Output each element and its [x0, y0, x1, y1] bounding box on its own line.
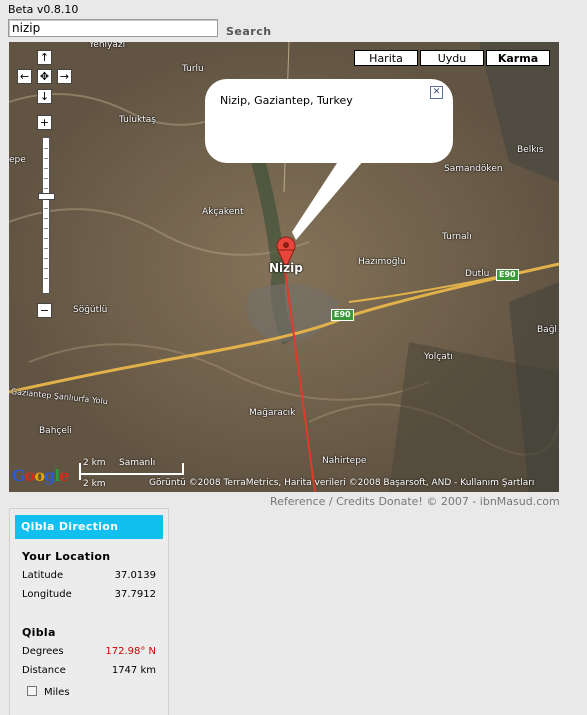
- map-label: Dutlu: [465, 269, 490, 279]
- map-label: Mağaracık: [249, 408, 296, 418]
- map-label: Tuluktaş: [119, 115, 156, 125]
- scale-label-top: 2 km: [83, 458, 106, 468]
- credits-link[interactable]: Credits: [336, 495, 375, 508]
- zoom-out-icon[interactable]: −: [37, 303, 52, 318]
- map-type-uydu[interactable]: Uydu: [420, 50, 484, 66]
- miles-label: Miles: [44, 687, 70, 698]
- road-shield: E90: [496, 269, 519, 281]
- map-label: Akçakent: [202, 207, 244, 217]
- map-copyright: Görüntü ©2008 TerraMetrics, Harita veril…: [149, 478, 535, 488]
- pan-right-icon[interactable]: →: [57, 69, 72, 84]
- latitude-value: 37.0139: [114, 570, 156, 581]
- your-location-heading: Your Location: [22, 550, 111, 563]
- map-label: Yolçatı: [424, 352, 453, 362]
- app-version: Beta v0.8.10: [8, 3, 79, 16]
- footer-separator: /: [328, 495, 333, 508]
- google-logo[interactable]: Google: [12, 466, 69, 485]
- map-label: epe: [9, 155, 26, 165]
- miles-checkbox[interactable]: [27, 686, 37, 696]
- pan-left-icon[interactable]: ←: [17, 69, 32, 84]
- distance-value: 1747 km: [111, 665, 156, 676]
- map-label: Belkıs: [517, 145, 544, 155]
- scale-city-label: Samanlı: [119, 458, 156, 468]
- reference-link[interactable]: Reference: [270, 495, 325, 508]
- close-icon[interactable]: ✕: [430, 86, 443, 99]
- search-button[interactable]: Search: [226, 25, 272, 38]
- longitude-label: Longitude: [22, 589, 72, 600]
- zoom-in-icon[interactable]: +: [37, 115, 52, 130]
- road-shield: E90: [331, 309, 354, 321]
- panel-title: Qibla Direction: [15, 515, 163, 539]
- map-label: Hazımoğlu: [358, 257, 406, 267]
- map-label: Yeniyazı: [89, 42, 126, 50]
- map-type-karma[interactable]: Karma: [486, 50, 550, 66]
- map-label: Turnalı: [442, 232, 472, 242]
- map-label: Bahçeli: [39, 426, 72, 436]
- map-view[interactable]: Harita Uydu Karma ↑ ← ✥ → ↓ + − Nizip, G…: [9, 42, 559, 492]
- map-label: Söğütlü: [73, 305, 108, 315]
- degrees-value: 172.98° N: [105, 646, 156, 657]
- map-label: Bağl: [537, 325, 557, 335]
- map-label: Turlu: [182, 64, 204, 74]
- donate-link[interactable]: Donate!: [378, 495, 422, 508]
- zoom-slider-thumb[interactable]: [38, 193, 55, 200]
- map-label-nizip: Nizip: [269, 261, 303, 275]
- search-input[interactable]: [8, 19, 218, 37]
- longitude-value: 37.7912: [114, 589, 156, 600]
- map-label: Samandöken: [444, 164, 503, 174]
- info-window: Nizip, Gaziantep, Turkey ✕: [205, 79, 453, 163]
- footer-copyright: © 2007 - ibnMasud.com: [426, 495, 560, 508]
- map-type-selector: Harita Uydu Karma: [354, 50, 550, 66]
- pan-down-icon[interactable]: ↓: [37, 89, 52, 104]
- scale-label-bottom: 2 km: [83, 479, 106, 489]
- latitude-label: Latitude: [22, 570, 64, 581]
- pan-up-icon[interactable]: ↑: [37, 50, 52, 65]
- map-label: Nahirtepe: [322, 456, 367, 466]
- degrees-label: Degrees: [22, 646, 64, 657]
- map-type-harita[interactable]: Harita: [354, 50, 418, 66]
- distance-label: Distance: [22, 665, 66, 676]
- qibla-panel: Qibla Direction Your Location Latitude 3…: [9, 508, 169, 715]
- footer-links: Reference / Credits Donate! © 2007 - ibn…: [270, 495, 560, 508]
- qibla-heading: Qibla: [22, 626, 56, 639]
- zoom-slider-track[interactable]: [42, 137, 50, 294]
- pan-center-icon[interactable]: ✥: [37, 69, 52, 84]
- info-window-text: Nizip, Gaziantep, Turkey: [220, 94, 353, 107]
